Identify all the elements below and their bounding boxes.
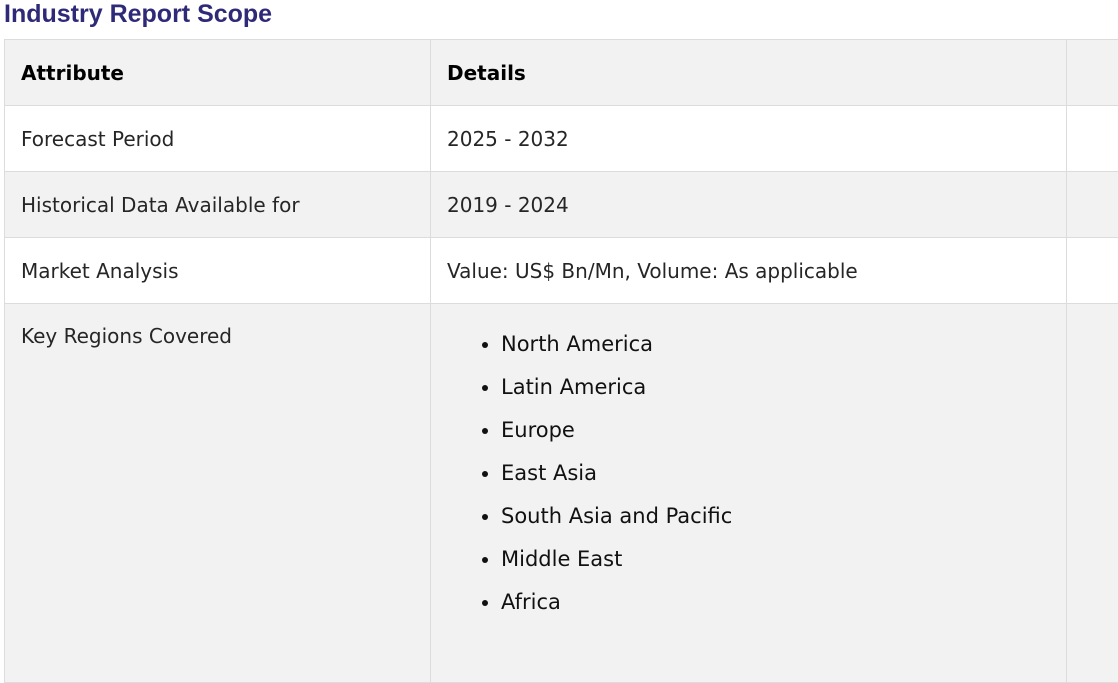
row-extra-cell [1067, 238, 1118, 304]
row-attribute-market-analysis: Market Analysis [5, 238, 431, 304]
region-list-item: Middle East [501, 547, 1050, 572]
table-row: Forecast Period 2025 - 2032 [5, 106, 1118, 172]
row-attribute-key-regions: Key Regions Covered [5, 304, 431, 683]
page-title: Industry Report Scope [4, 0, 272, 28]
report-scope-table: Attribute Details Forecast Period 2025 -… [4, 39, 1118, 683]
row-details-key-regions: North America Latin America Europe East … [431, 304, 1067, 683]
region-list-item: East Asia [501, 461, 1050, 486]
table-row: Historical Data Available for 2019 - 202… [5, 172, 1118, 238]
row-details-forecast-period: 2025 - 2032 [431, 106, 1067, 172]
region-list-item: Africa [501, 590, 1050, 615]
table-row: Market Analysis Value: US$ Bn/Mn, Volume… [5, 238, 1118, 304]
region-list-item: North America [501, 332, 1050, 357]
region-list-item: Latin America [501, 375, 1050, 400]
row-extra-cell [1067, 304, 1118, 683]
table-row-key-regions: Key Regions Covered North America Latin … [5, 304, 1118, 683]
column-header-attribute: Attribute [5, 40, 431, 106]
row-details-market-analysis: Value: US$ Bn/Mn, Volume: As applicable [431, 238, 1067, 304]
row-attribute-forecast-period: Forecast Period [5, 106, 431, 172]
row-extra-cell [1067, 106, 1118, 172]
row-extra-cell [1067, 172, 1118, 238]
column-header-extra [1067, 40, 1118, 106]
row-attribute-historical-data: Historical Data Available for [5, 172, 431, 238]
regions-list: North America Latin America Europe East … [447, 332, 1050, 615]
table-header-row: Attribute Details [5, 40, 1118, 106]
row-details-historical-data: 2019 - 2024 [431, 172, 1067, 238]
column-header-details: Details [431, 40, 1067, 106]
region-list-item: Europe [501, 418, 1050, 443]
region-list-item: South Asia and Pacific [501, 504, 1050, 529]
